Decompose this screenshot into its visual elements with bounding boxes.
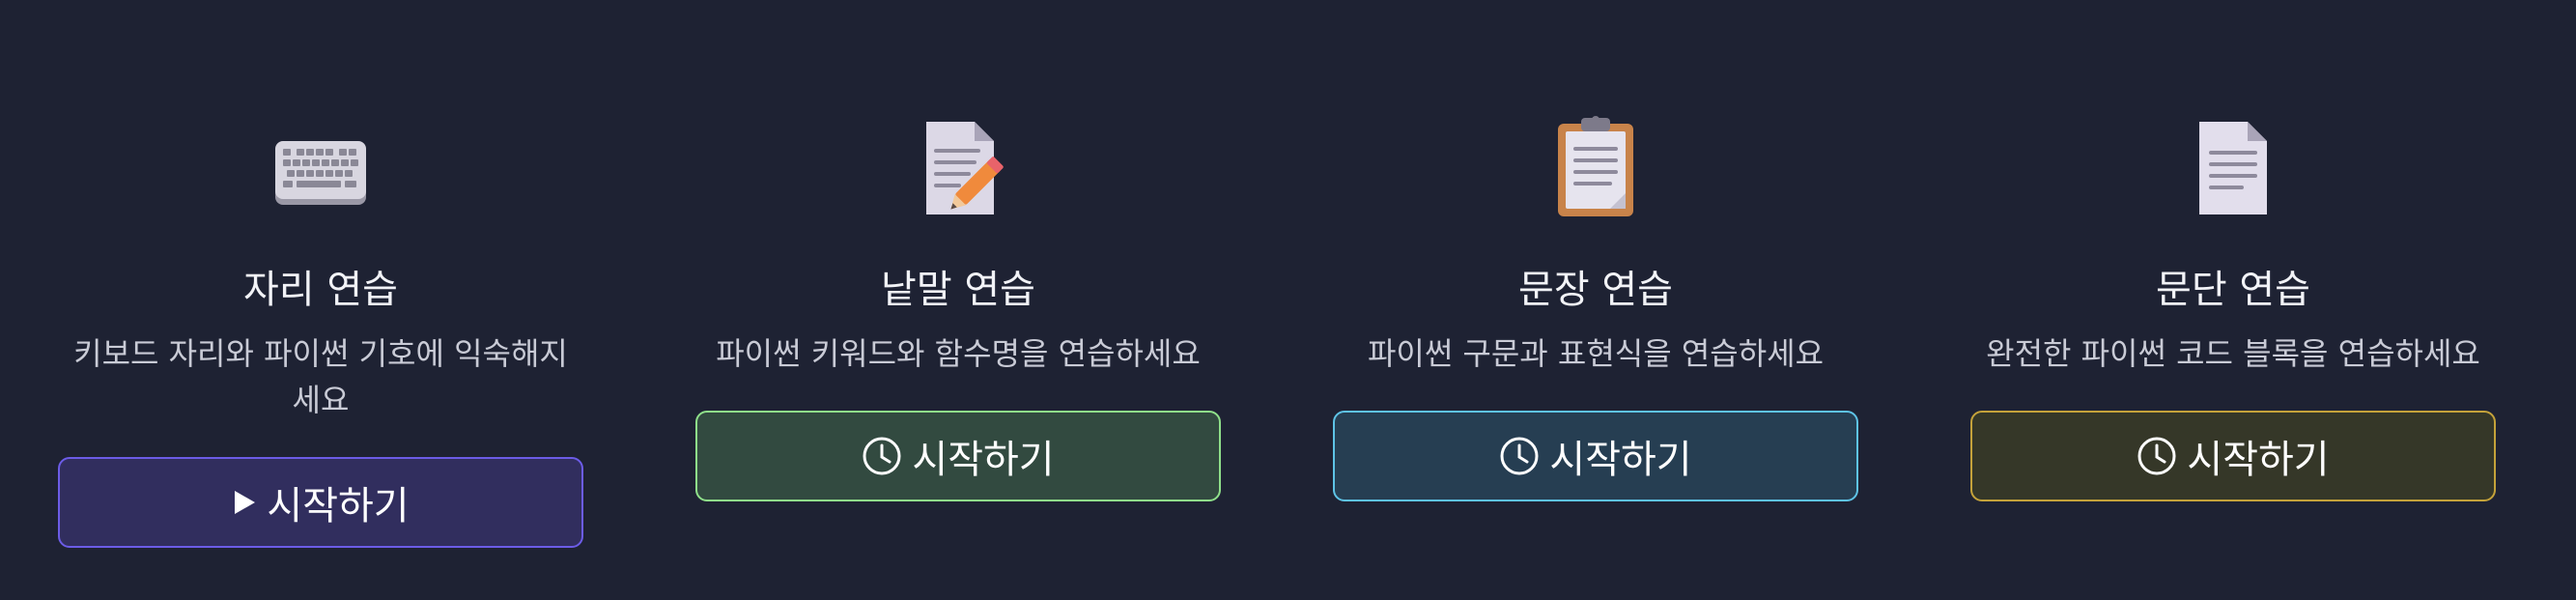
- card-description: 파이썬 구문과 표현식을 연습하세요: [1367, 335, 1825, 372]
- card-title: 낱말 연습: [881, 268, 1035, 312]
- start-button[interactable]: 시작하기: [1970, 411, 2496, 501]
- card-description: 완전한 파이썬 코드 블록을 연습하세요: [1986, 335, 2480, 372]
- document-icon: [2180, 114, 2286, 220]
- start-button[interactable]: 시작하기: [58, 457, 583, 548]
- start-button-label: 시작하기: [267, 484, 410, 529]
- card-title: 문단 연습: [2156, 268, 2310, 312]
- card-sentence-practice: 문장 연습 파이썬 구문과 표현식을 연습하세요 시작하기: [1333, 0, 1858, 600]
- card-description: 키보드 자리와 파이썬 기호에 익숙해지 세요: [73, 335, 568, 418]
- clock-icon: [1499, 436, 1540, 476]
- card-word-practice: 낱말 연습 파이썬 키워드와 함수명을 연습하세요 시작하기: [695, 0, 1221, 600]
- card-position-practice: 자리 연습 키보드 자리와 파이썬 기호에 익숙해지 세요 시작하기: [58, 0, 583, 600]
- play-icon: [232, 489, 257, 516]
- card-description: 파이썬 키워드와 함수명을 연습하세요: [716, 335, 1201, 372]
- card-paragraph-practice: 문단 연습 완전한 파이썬 코드 블록을 연습하세요 시작하기: [1970, 0, 2496, 600]
- clipboard-icon: [1543, 114, 1649, 220]
- start-button[interactable]: 시작하기: [1333, 411, 1858, 501]
- start-button[interactable]: 시작하기: [695, 411, 1221, 501]
- clock-icon: [862, 436, 902, 476]
- clock-icon: [2137, 436, 2177, 476]
- start-button-label: 시작하기: [912, 438, 1055, 482]
- memo-icon: [905, 114, 1011, 220]
- keyboard-icon: [268, 114, 374, 220]
- start-button-label: 시작하기: [1549, 438, 1692, 482]
- start-button-label: 시작하기: [2187, 438, 2330, 482]
- practice-mode-cards: 자리 연습 키보드 자리와 파이썬 기호에 익숙해지 세요 시작하기 낱말 연습…: [0, 0, 2576, 600]
- card-title: 문장 연습: [1518, 268, 1673, 312]
- card-title: 자리 연습: [243, 268, 398, 312]
